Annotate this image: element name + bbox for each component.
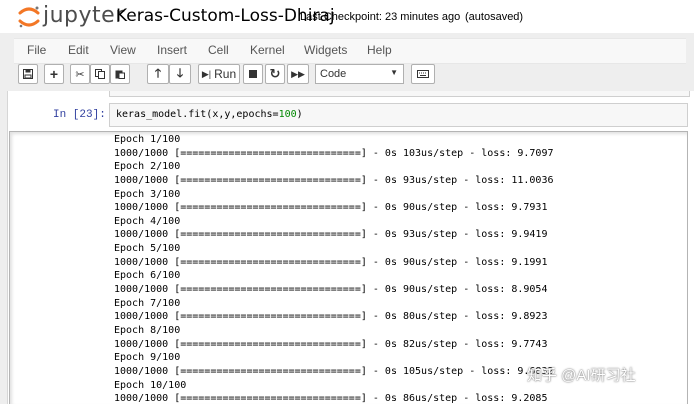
save-button[interactable] <box>18 64 38 84</box>
insert-cell-button[interactable]: + <box>44 64 64 84</box>
output-line: Epoch 7/100 <box>114 297 181 309</box>
menu-widgets[interactable]: Widgets <box>304 43 347 57</box>
output-line: Epoch 4/100 <box>114 215 181 227</box>
save-icon <box>23 69 33 79</box>
notebook-page: In [23]: keras_model.fit(x,y,epochs=100)… <box>7 91 694 404</box>
menu-bar: File Edit View Insert Cell Kernel Widget… <box>14 38 686 64</box>
run-button[interactable]: ▶︎| Run <box>198 64 240 84</box>
cell-type-select[interactable]: Code ▼ <box>315 64 404 84</box>
autosave-status: (autosaved) <box>465 11 524 23</box>
copy-icon <box>95 69 105 79</box>
menu-file[interactable]: File <box>27 43 46 57</box>
menu-kernel[interactable]: Kernel <box>250 43 285 57</box>
output-line: 1000/1000 [=============================… <box>114 256 548 268</box>
output-line: Epoch 10/100 <box>114 379 187 391</box>
output-text: Epoch 1/100 1000/1000 [==================… <box>114 133 554 404</box>
code-cell-input[interactable]: keras_model.fit(x,y,epochs=100) <box>109 103 688 127</box>
paste-button[interactable] <box>110 64 130 84</box>
command-palette-button[interactable] <box>411 64 435 84</box>
code-close: ) <box>296 109 303 120</box>
watermark: 知乎 @AI研习社 <box>527 367 636 384</box>
stop-icon <box>249 70 257 78</box>
code-text: keras_model.fit(x,y,epochs= <box>116 109 279 120</box>
run-label: Run <box>214 67 237 81</box>
output-line: 1000/1000 [=============================… <box>114 174 554 186</box>
fast-forward-icon: ▶▶ <box>291 68 305 79</box>
code-line: keras_model.fit(x,y,epochs=100) <box>116 109 303 120</box>
jupyter-brand[interactable]: jupyter <box>43 3 125 28</box>
menu-view[interactable]: View <box>110 43 136 57</box>
output-line: Epoch 5/100 <box>114 243 181 255</box>
previous-cell[interactable] <box>109 91 690 97</box>
output-line: Epoch 2/100 <box>114 161 181 173</box>
move-up-button[interactable]: 🡑 <box>147 64 169 84</box>
plus-icon: + <box>49 66 59 82</box>
arrow-down-icon: 🡓 <box>176 65 184 80</box>
output-line: 1000/1000 [=============================… <box>114 284 548 296</box>
menu-edit[interactable]: Edit <box>68 43 89 57</box>
scissors-icon: ✂ <box>75 68 85 81</box>
code-number: 100 <box>278 109 297 120</box>
output-line: 1000/1000 [=============================… <box>114 338 548 350</box>
jupyter-logo-icon <box>18 6 40 28</box>
copy-button[interactable] <box>90 64 110 84</box>
restart-run-all-button[interactable]: ▶▶ <box>287 64 309 84</box>
output-line: Epoch 3/100 <box>114 188 181 200</box>
menu-cell[interactable]: Cell <box>208 43 229 57</box>
menu-insert[interactable]: Insert <box>157 43 187 57</box>
checkpoint-status: Last Checkpoint: 23 minutes ago <box>300 11 461 23</box>
arrow-up-icon: 🡑 <box>154 65 162 80</box>
paste-icon <box>115 70 125 79</box>
output-line: 1000/1000 [=============================… <box>114 229 548 241</box>
step-forward-icon: ▶︎| <box>201 68 212 79</box>
output-line: Epoch 6/100 <box>114 270 181 282</box>
refresh-icon: ↻ <box>269 66 281 81</box>
output-line: 1000/1000 [=============================… <box>114 393 548 404</box>
output-line: Epoch 8/100 <box>114 324 181 336</box>
output-line: 1000/1000 [=============================… <box>114 311 548 323</box>
output-line: 1000/1000 [=============================… <box>114 147 554 159</box>
output-line: 1000/1000 [=============================… <box>114 202 548 214</box>
output-line: 1000/1000 [=============================… <box>114 365 554 377</box>
output-line: Epoch 9/100 <box>114 352 181 364</box>
input-prompt: In [23]: <box>53 109 106 121</box>
output-line: Epoch 1/100 <box>114 134 181 145</box>
dropdown-arrow-icon: ▼ <box>390 68 398 77</box>
cut-button[interactable]: ✂ <box>70 64 90 84</box>
keyboard-icon <box>417 70 429 78</box>
cell-type-value: Code <box>320 68 347 80</box>
interrupt-button[interactable] <box>243 64 263 84</box>
move-down-button[interactable]: 🡓 <box>169 64 191 84</box>
menu-help[interactable]: Help <box>367 43 392 57</box>
notebook-header: jupyter Keras-Custom-Loss-Dhiraj Last Ch… <box>0 0 694 33</box>
restart-button[interactable]: ↻ <box>265 64 285 84</box>
toolbar: + ✂ 🡑 🡓 ▶︎| Run ↻ ▶▶ Code ▼ <box>14 64 686 88</box>
